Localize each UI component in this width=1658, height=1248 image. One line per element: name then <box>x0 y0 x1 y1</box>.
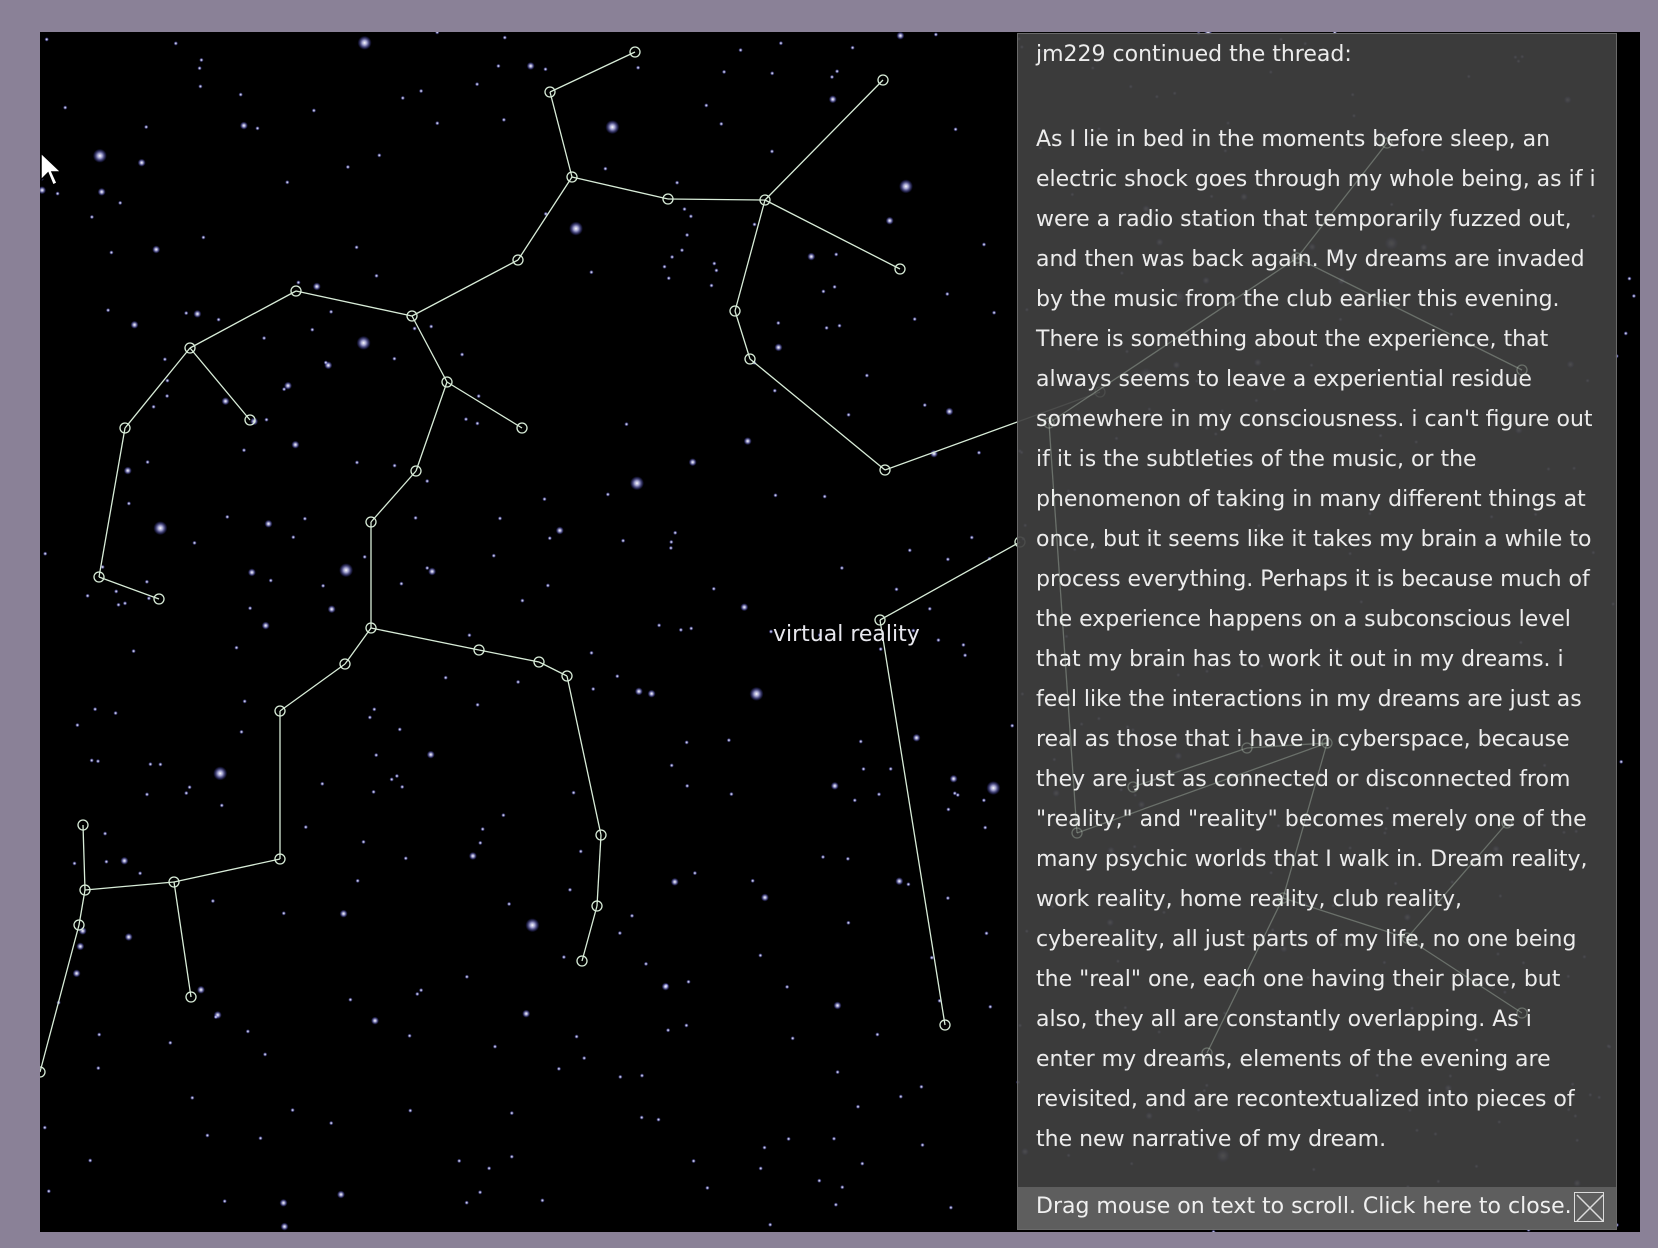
thread-link <box>667 198 766 201</box>
thread-link <box>734 199 766 312</box>
thread-link <box>446 381 523 429</box>
thread-link <box>517 176 573 261</box>
thread-author-header: jm229 continued the thread: <box>1036 42 1352 67</box>
thread-link <box>82 824 86 891</box>
thread-link <box>124 347 191 429</box>
thread-link <box>596 834 602 907</box>
thread-link <box>566 675 602 836</box>
thread-link <box>734 310 751 360</box>
thread-link <box>279 663 346 712</box>
thread-link <box>411 259 519 317</box>
thread-message-text[interactable]: As I lie in bed in the moments before sl… <box>1036 120 1596 1160</box>
thread-link <box>879 619 946 1026</box>
thread-link <box>571 176 669 200</box>
thread-link <box>764 79 884 201</box>
arrow-cursor-icon <box>40 152 63 187</box>
star-label-virtual-reality[interactable]: virtual reality <box>773 622 920 647</box>
thread-link <box>549 91 573 178</box>
thread-link <box>189 290 297 349</box>
thread-link <box>581 905 598 962</box>
thread-link <box>879 541 1021 621</box>
thread-link <box>415 381 448 472</box>
thread-link <box>295 290 413 317</box>
thread-link <box>173 858 281 883</box>
thread-link <box>411 315 448 383</box>
close-instructions[interactable]: Drag mouse on text to scroll. Click here… <box>1036 1194 1572 1219</box>
thread-link <box>549 51 636 93</box>
thread-link <box>370 470 417 523</box>
thread-link <box>749 358 886 471</box>
thread-link <box>764 199 901 270</box>
thread-link <box>344 627 372 665</box>
close-x-icon[interactable] <box>1574 1192 1604 1222</box>
thread-link <box>189 347 251 421</box>
thread-link <box>40 924 80 1073</box>
thread-link <box>98 427 126 578</box>
thread-link <box>173 881 192 998</box>
thread-link <box>478 649 540 663</box>
close-panel-bar[interactable]: Drag mouse on text to scroll. Click here… <box>1018 1187 1616 1229</box>
thread-link <box>98 576 160 600</box>
thread-link <box>370 627 480 651</box>
thread-panel[interactable]: jm229 continued the thread: As I lie in … <box>1017 33 1617 1230</box>
thread-link <box>84 881 175 891</box>
